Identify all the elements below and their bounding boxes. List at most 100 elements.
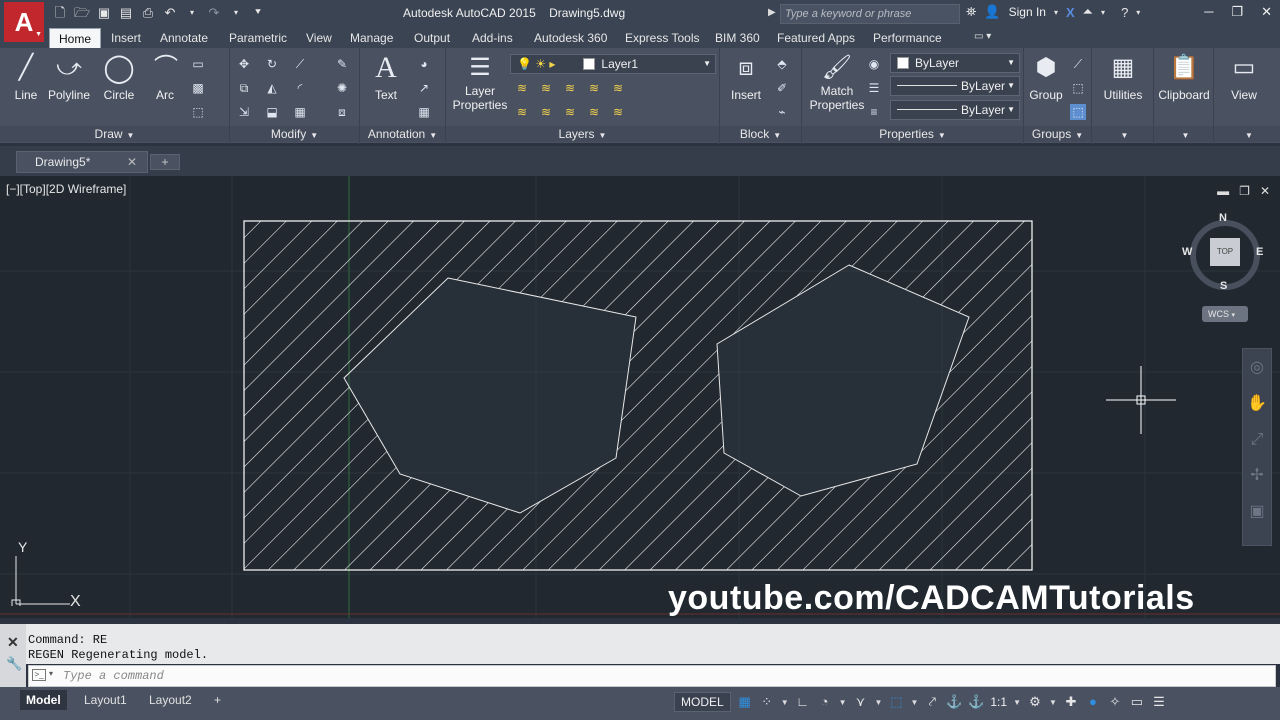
properties-panel-title[interactable]: Properties ▼ bbox=[802, 126, 1023, 142]
command-input[interactable]: Type a command bbox=[28, 665, 1276, 687]
clean-screen-icon[interactable]: ▭ bbox=[1129, 694, 1145, 710]
boundary-icon[interactable]: ⬚ bbox=[190, 104, 206, 120]
minimize-icon[interactable]: ─ bbox=[1204, 4, 1213, 20]
autodesk-app-icon[interactable]: ⏶ bbox=[1083, 4, 1093, 20]
layer-tool-icon[interactable]: ≋ bbox=[610, 80, 626, 96]
tab-layout2[interactable]: Layout2 bbox=[143, 690, 198, 710]
clipboard-panel-title[interactable]: ▼ bbox=[1154, 126, 1213, 142]
grid-icon[interactable]: ▦ bbox=[737, 694, 753, 710]
copy-icon[interactable]: ⧉ bbox=[236, 80, 252, 96]
save-as-icon[interactable]: ▤ bbox=[118, 5, 134, 21]
viewport-minimize-icon[interactable]: ▬ bbox=[1217, 184, 1229, 198]
tab-autodesk-360[interactable]: Autodesk 360 bbox=[534, 30, 607, 46]
group-button[interactable]: ⬢ Group bbox=[1026, 52, 1066, 102]
wrench-icon[interactable]: 🔧 bbox=[6, 656, 22, 672]
tab-home[interactable]: Home bbox=[49, 28, 102, 48]
attribute-icon[interactable]: ⌁ bbox=[774, 104, 790, 120]
zoom-extents-icon[interactable]: ⤢ bbox=[1246, 429, 1268, 451]
viewcube[interactable]: N S E W TOP bbox=[1178, 208, 1272, 318]
ungroup-icon[interactable]: ⟋ bbox=[1070, 56, 1086, 72]
plot-icon[interactable]: ⎙ bbox=[140, 5, 156, 21]
osnap-dropdown-icon[interactable]: ▼ bbox=[910, 698, 918, 707]
table-icon[interactable]: ▦ bbox=[416, 104, 432, 120]
scale-dropdown-icon[interactable]: ▼ bbox=[1013, 698, 1021, 707]
snap-icon[interactable]: ⁘ bbox=[759, 694, 775, 710]
modify-panel-title[interactable]: Modify ▼ bbox=[230, 126, 359, 142]
user-icon[interactable]: 👤 bbox=[984, 4, 1000, 20]
tab-express-tools[interactable]: Express Tools bbox=[625, 30, 699, 46]
customization-icon[interactable]: ☰ bbox=[1151, 694, 1167, 710]
tab-layout1[interactable]: Layout1 bbox=[78, 690, 133, 710]
layer-tool-icon[interactable]: ≋ bbox=[610, 104, 626, 120]
close-tab-icon[interactable]: ✕ bbox=[127, 152, 137, 172]
offset-icon[interactable]: ⧈ bbox=[334, 104, 350, 120]
layer-tool-icon[interactable]: ≋ bbox=[538, 104, 554, 120]
layer-tool-icon[interactable]: ≋ bbox=[562, 104, 578, 120]
annotation-panel-title[interactable]: Annotation ▼ bbox=[360, 126, 445, 142]
file-tab-drawing5[interactable]: Drawing5* ✕ bbox=[16, 151, 148, 173]
layer-tool-icon[interactable]: ≋ bbox=[562, 80, 578, 96]
hatch-icon[interactable]: ▩ bbox=[190, 80, 206, 96]
tab-output[interactable]: Output bbox=[414, 30, 450, 46]
explode-icon[interactable]: ✺ bbox=[334, 80, 350, 96]
save-icon[interactable]: ▣ bbox=[96, 5, 112, 21]
tab-view[interactable]: View bbox=[306, 30, 332, 46]
layer-tool-icon[interactable]: ≋ bbox=[514, 104, 530, 120]
compass-north[interactable]: N bbox=[1219, 212, 1227, 224]
viewport-close-icon[interactable]: ✕ bbox=[1260, 184, 1270, 198]
tab-performance[interactable]: Performance bbox=[873, 30, 942, 46]
ortho-icon[interactable]: ∟ bbox=[795, 694, 811, 710]
viewport-controls-label[interactable]: [−][Top][2D Wireframe] bbox=[6, 182, 126, 196]
fillet-icon[interactable]: ◜ bbox=[292, 80, 308, 96]
create-block-icon[interactable]: ⬘ bbox=[774, 56, 790, 72]
group-selection-icon[interactable]: ⬚ bbox=[1070, 104, 1086, 120]
restore-icon[interactable]: ❐ bbox=[1231, 4, 1243, 20]
showmotion-icon[interactable]: ▣ bbox=[1246, 501, 1268, 523]
recent-commands-dropdown-icon[interactable]: ▾ bbox=[49, 669, 53, 678]
compass-south[interactable]: S bbox=[1220, 280, 1227, 292]
model-space-button[interactable]: MODEL bbox=[674, 692, 731, 712]
rotate-icon[interactable]: ↻ bbox=[264, 56, 280, 72]
block-panel-title[interactable]: Block ▼ bbox=[720, 126, 801, 142]
pan-hand-icon[interactable]: ✋ bbox=[1246, 393, 1268, 415]
isodraft-dropdown-icon[interactable]: ▼ bbox=[875, 698, 883, 707]
layer-properties-button[interactable]: ☰ Layer Properties bbox=[452, 52, 508, 112]
trim-icon[interactable]: ⟋ bbox=[292, 56, 308, 72]
command-prompt-icon[interactable]: >_ bbox=[32, 669, 46, 681]
tab-add-ins[interactable]: Add-ins bbox=[472, 30, 513, 46]
line-button[interactable]: ╱ Line bbox=[8, 52, 44, 102]
open-icon[interactable]: 🗁 bbox=[74, 5, 90, 21]
compass-east[interactable]: E bbox=[1256, 246, 1263, 258]
search-input[interactable]: Type a keyword or phrase bbox=[780, 4, 960, 24]
undo-icon[interactable]: ↶ bbox=[162, 5, 178, 21]
layer-tool-icon[interactable]: ≋ bbox=[586, 80, 602, 96]
customize-qat-icon[interactable]: ⯆ bbox=[250, 5, 266, 21]
add-layout-icon[interactable]: + bbox=[208, 690, 227, 710]
polar-dropdown-icon[interactable]: ▼ bbox=[839, 698, 847, 707]
leader-icon[interactable]: ↗ bbox=[416, 80, 432, 96]
stretch-icon[interactable]: ⇲ bbox=[236, 104, 252, 120]
erase-icon[interactable]: ✎ bbox=[334, 56, 350, 72]
object-snap-icon[interactable]: ⬚ bbox=[888, 694, 904, 710]
circle-button[interactable]: ◯ Circle bbox=[100, 52, 138, 102]
tab-manage[interactable]: Manage bbox=[350, 30, 393, 46]
scale-icon[interactable]: ⬓ bbox=[264, 104, 280, 120]
layer-tool-icon[interactable]: ≋ bbox=[514, 80, 530, 96]
redo-icon[interactable]: ↷ bbox=[206, 5, 222, 21]
isodraft-icon[interactable]: ⋎ bbox=[853, 694, 869, 710]
view-button[interactable]: ▭ View bbox=[1222, 52, 1266, 102]
isolate-objects-icon[interactable]: ● bbox=[1085, 694, 1101, 710]
exchange-icon[interactable]: X bbox=[1066, 5, 1075, 20]
compass-west[interactable]: W bbox=[1182, 246, 1192, 258]
hardware-acceleration-icon[interactable]: ✧ bbox=[1107, 694, 1123, 710]
snap-dropdown-icon[interactable]: ▼ bbox=[781, 698, 789, 707]
binoculars-icon[interactable]: ⛯ bbox=[966, 4, 976, 20]
help-more-icon[interactable]: ▾ bbox=[1136, 8, 1140, 17]
color-dropdown[interactable]: ByLayer ▼ bbox=[890, 53, 1020, 73]
sign-in-button[interactable]: Sign In bbox=[1009, 5, 1046, 19]
text-button[interactable]: A Text bbox=[368, 52, 404, 103]
help-icon[interactable]: ? bbox=[1121, 5, 1128, 20]
edit-block-icon[interactable]: ✐ bbox=[774, 80, 790, 96]
tab-annotate[interactable]: Annotate bbox=[160, 30, 208, 46]
viewcube-top-face[interactable]: TOP bbox=[1210, 238, 1240, 266]
